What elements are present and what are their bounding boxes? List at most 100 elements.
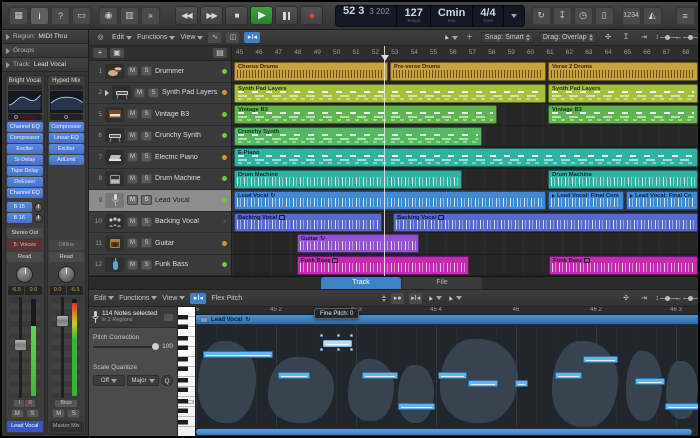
add-track-button[interactable]: + [93,48,107,58]
send-slot[interactable]: B 15 [7,202,43,212]
track-stack-disclosure-icon[interactable] [105,90,109,96]
tab-file[interactable]: File [402,277,482,289]
mixer-button[interactable]: ▥ [120,7,139,25]
groups-inspector-header[interactable]: Groups [2,44,88,58]
region-synth-pad-layers[interactable]: Synth Pad Layers [548,84,698,103]
pause-button[interactable] [275,6,298,25]
region-e-piano[interactable]: E-Piano [234,148,698,167]
volume-readout[interactable]: 0.0 [50,286,66,295]
region-funk-bass[interactable]: Funk Bass [297,256,469,275]
edit-menu[interactable]: Edit [112,34,132,41]
editor-edit-menu[interactable]: Edit [94,295,114,302]
track-solo-button[interactable]: S [141,174,152,184]
track-solo-button[interactable]: S [141,66,152,76]
track-name-plate[interactable]: Master Mix [49,421,85,432]
lcd-time-signature[interactable]: 4/4 Time [473,6,503,26]
editor-functions-menu[interactable]: Functions [119,295,157,302]
midi-record-icon[interactable]: ▸● [391,293,404,304]
scale-type-select[interactable]: Major [127,375,159,386]
send-bus-label[interactable]: B 15 [7,202,32,212]
functions-menu[interactable]: Functions [137,34,175,41]
note-hotspot-handle[interactable] [320,334,323,337]
send-level-knob[interactable] [34,203,43,212]
fader-handle[interactable] [56,315,69,327]
panel-collapse-button[interactable] [163,313,174,322]
bar-ruler[interactable]: 4546474849505152535455565758596061626364… [232,46,698,61]
region-synth-pad-layers[interactable]: Synth Pad Layers [234,84,546,103]
track-mute-button[interactable]: M [127,152,138,162]
region-backing-vocal[interactable]: Backing Vocal [234,213,382,232]
count-in-button[interactable]: 1234 [622,7,641,25]
fader-handle[interactable] [14,339,27,351]
region-lead-vocal-final-com[interactable]: Lead Vocal: Final Com [548,191,624,210]
piano-keyboard[interactable]: C3 [178,307,196,436]
audio-fx-slot[interactable]: Exciter [49,144,85,154]
region-verse-2-drums[interactable]: Verse 2 Drums [548,62,698,81]
flex-toggle-button[interactable]: ▸Ⅰ◂ [190,293,206,304]
editor-catch-icon[interactable]: ⇥ [638,293,651,304]
editor-region-header[interactable]: Lead Vocal ↻ [196,315,698,325]
region-lead-vocal[interactable]: Lead Vocal↻ [234,191,546,210]
volume-readout[interactable]: -6.5 [8,286,24,295]
flex-mode-stepper[interactable] [382,295,386,302]
track-header-crunchy-synth[interactable]: 6MSCrunchy Synth [89,126,231,148]
track-inspector-header[interactable]: Track: Lead Vocal [2,58,88,72]
region-drum-machine[interactable]: Drum Machine [548,170,698,189]
flex-pitch-note-area[interactable] [196,325,698,428]
lcd-display[interactable]: 52 3 3 202 127 Tempo Cmin Key 4/4 Time [335,5,525,27]
track-mute-button[interactable]: M [127,174,138,184]
vertical-zoom-slider[interactable]: ↕ [656,34,671,41]
flex-pitch-note[interactable] [398,403,435,410]
list-editors-button[interactable]: ≡ [676,7,695,25]
metronome-button[interactable]: ◭ [643,7,662,25]
track-mute-button[interactable]: M [127,131,138,141]
track-header-backing-vocal[interactable]: 10MSBacking Vocal [89,212,231,234]
pointer-tool-menu[interactable]: ▲ [443,34,458,41]
note-hotspot-handle[interactable] [337,334,340,337]
input-monitor-button[interactable]: I [14,400,24,407]
flex-split-icon[interactable]: ▸Ⅰ◂ [409,293,422,304]
region-backing-vocal[interactable]: Backing Vocal [393,213,698,232]
track-solo-button[interactable]: S [148,88,159,98]
track-mute-button[interactable]: M [127,260,138,270]
track-mute-button[interactable]: M [127,195,138,205]
record-button[interactable]: ● [300,6,323,25]
scrollbar-thumb[interactable] [196,429,692,435]
flex-pitch-note[interactable] [278,372,310,379]
midi-in-icon[interactable]: ◎ [94,32,107,43]
pan-readout[interactable]: 0.0 [25,286,41,295]
track-mute-button[interactable]: M [127,66,138,76]
flex-icon[interactable]: ◫ [226,32,239,43]
lcd-position[interactable]: 52 3 3 202 [336,6,397,26]
track-solo-button[interactable]: S [141,152,152,162]
screen-button[interactable]: ▦ [9,7,28,25]
region-vintage-b3[interactable]: Vintage B3 [548,105,698,124]
low-latency-button[interactable]: ◷ [574,7,593,25]
audio-fx-slot[interactable]: St-Delay [7,155,43,165]
pan-knob[interactable] [58,266,75,283]
editors-button[interactable]: × [141,7,160,25]
editor-scrollbar[interactable] [196,428,698,436]
channel-setting-button[interactable] [50,85,84,90]
automation-mode-slot[interactable]: Read [49,252,85,262]
note-hotspot-handle[interactable] [320,348,323,351]
flex-pitch-note[interactable] [555,372,582,379]
volume-fader[interactable] [52,297,82,398]
track-solo-button[interactable]: S [141,238,152,248]
command-tool-menu[interactable]: ＋ [463,32,476,43]
flex-pitch-note[interactable] [468,380,498,387]
flex-pitch-note[interactable] [515,380,528,387]
flex-pitch-note[interactable] [362,372,398,379]
region-guitar[interactable]: Guitar↻ [297,234,419,253]
audio-fx-slot[interactable]: Channel EQ [7,188,43,198]
region-lead-vocal-final-co[interactable]: Lead Vocal: Final Co [626,191,698,210]
audio-fx-slot[interactable]: Compressor [49,122,85,132]
editor-nudge-icon[interactable]: ✣ [620,293,633,304]
track-solo-button[interactable]: S [141,195,152,205]
pan-knob[interactable] [16,266,33,283]
editor-view-menu[interactable]: View [162,295,185,302]
mute-button[interactable]: M [52,409,65,418]
audio-fx-slot[interactable]: Exciter [7,144,43,154]
editor-command-tool-menu[interactable]: ▲ [447,295,462,302]
track-solo-button[interactable]: S [141,260,152,270]
